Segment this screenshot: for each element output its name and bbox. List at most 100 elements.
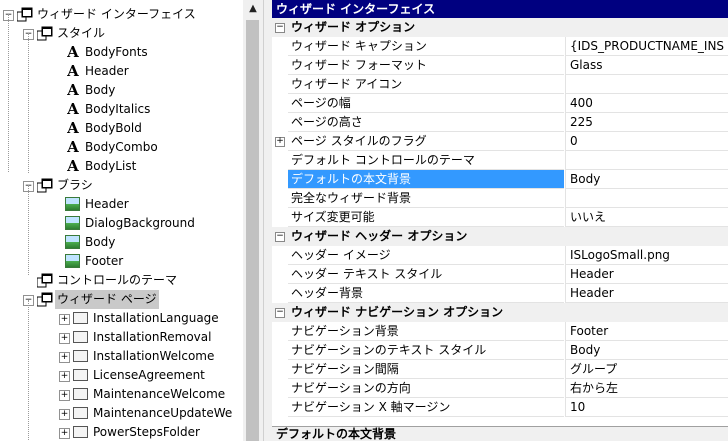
property-value[interactable]: Body (565, 341, 728, 360)
tree-node[interactable]: A Header (0, 62, 243, 81)
expand-plus-icon[interactable]: + (59, 428, 70, 439)
property-description-title: デフォルトの本文背景 (272, 426, 728, 441)
tree-node[interactable]: A BodyItalics (0, 100, 243, 119)
image-icon (65, 235, 80, 249)
folder-icon (36, 26, 53, 41)
property-row[interactable]: ナビゲーションの方向 右から左 (272, 379, 728, 398)
property-row[interactable]: ページの高さ 225 (272, 113, 728, 132)
tree-node[interactable]: A Body (0, 81, 243, 100)
expand-plus-icon[interactable]: + (59, 390, 70, 401)
tree-node[interactable]: A BodyCombo (0, 138, 243, 157)
tree-node[interactable]: − ブラシ (0, 176, 243, 195)
property-row[interactable]: ウィザード キャプション {IDS_PRODUCTNAME_INS (272, 37, 728, 56)
tree-node[interactable]: DialogBackground (0, 214, 243, 233)
tree-node[interactable]: + InstallationLanguage (0, 309, 243, 328)
tree-node[interactable]: Body (0, 233, 243, 252)
image-icon (65, 197, 80, 211)
scroll-up-arrow-icon[interactable]: ▲ (243, 0, 263, 18)
collapse-minus-icon[interactable]: − (275, 23, 285, 33)
property-row[interactable]: ページの幅 400 (272, 94, 728, 113)
property-name: 完全なウィザード背景 (288, 189, 564, 208)
property-category[interactable]: − ウィザード ヘッダー オプション (272, 227, 728, 246)
wizard-tree[interactable]: − ウィザード インターフェイス − スタイル A BodyFonts A Header A Bo… (0, 0, 244, 441)
scrollbar-thumb[interactable] (246, 20, 259, 441)
expand-plus-icon[interactable]: + (59, 314, 70, 325)
tree-node[interactable]: + InstallationRemoval (0, 328, 243, 347)
row-gutter (272, 113, 286, 132)
property-row[interactable]: ナビゲーション間隔 グループ (272, 360, 728, 379)
property-category[interactable]: − ウィザード ナビゲーション オプション (272, 303, 728, 322)
property-value[interactable]: 400 (565, 94, 728, 113)
property-value[interactable]: グループ (565, 360, 728, 379)
folder-icon (36, 273, 53, 288)
tree-node-label: BodyFonts (85, 45, 148, 59)
property-value[interactable]: Footer (565, 322, 728, 341)
property-row[interactable]: サイズ変更可能 いいえ (272, 208, 728, 227)
expand-plus-icon[interactable]: + (59, 409, 70, 420)
property-name: ナビゲーションのテキスト スタイル (288, 341, 564, 360)
property-name: ヘッダー イメージ (288, 246, 564, 265)
property-value[interactable] (565, 75, 728, 94)
property-value[interactable]: 0 (565, 132, 728, 151)
property-value[interactable]: Header (565, 265, 728, 284)
property-value[interactable]: Glass (565, 56, 728, 75)
property-grid-title: ウィザード インターフェイス (272, 0, 728, 18)
property-value[interactable]: Header (565, 284, 728, 303)
property-name: ナビゲーションの方向 (288, 379, 564, 398)
tree-node-label: Header (85, 197, 129, 211)
tree-node[interactable]: Footer (0, 252, 243, 271)
tree-node[interactable]: Header (0, 195, 243, 214)
expand-plus-icon[interactable]: + (59, 371, 70, 382)
page-icon (73, 369, 88, 381)
property-value[interactable] (565, 189, 728, 208)
property-row[interactable]: ヘッダー背景 Header (272, 284, 728, 303)
row-gutter (272, 75, 286, 94)
property-name: サイズ変更可能 (288, 208, 564, 227)
font-icon: A (67, 43, 79, 61)
tree-node[interactable]: + MaintenanceWelcome (0, 385, 243, 404)
property-row[interactable]: ヘッダー イメージ ISLogoSmall.png (272, 246, 728, 265)
property-row[interactable]: + ページ スタイルのフラグ 0 (272, 132, 728, 151)
collapse-minus-icon[interactable]: − (275, 308, 285, 318)
collapse-minus-icon[interactable]: − (275, 232, 285, 242)
tree-node[interactable]: + LicenseAgreement (0, 366, 243, 385)
tree-node-label: InstallationRemoval (93, 330, 212, 344)
property-row[interactable]: ナビゲーションのテキスト スタイル Body (272, 341, 728, 360)
tree-node[interactable]: コントロールのテーマ (0, 271, 243, 290)
tree-node-label: Footer (85, 254, 124, 268)
property-row[interactable]: ウィザード アイコン (272, 75, 728, 94)
property-row[interactable]: デフォルトの本文背景 Body (272, 170, 728, 189)
tree-node[interactable]: − スタイル (0, 24, 243, 43)
property-category[interactable]: − ウィザード オプション (272, 18, 728, 37)
property-value[interactable]: ISLogoSmall.png (565, 246, 728, 265)
row-gutter (272, 56, 286, 75)
property-row[interactable]: デフォルト コントロールのテーマ (272, 151, 728, 170)
tree-node[interactable]: − ウィザード インターフェイス (0, 5, 243, 24)
property-row[interactable]: 完全なウィザード背景 (272, 189, 728, 208)
property-row[interactable]: ウィザード フォーマット Glass (272, 56, 728, 75)
tree-node[interactable]: A BodyFonts (0, 43, 243, 62)
property-value[interactable]: {IDS_PRODUCTNAME_INS (565, 37, 728, 56)
tree-node[interactable]: − ウィザード ページ (0, 290, 243, 309)
tree-node[interactable]: A BodyList (0, 157, 243, 176)
tree-node-label: ウィザード ページ (55, 290, 159, 309)
property-row[interactable]: ヘッダー テキスト スタイル Header (272, 265, 728, 284)
image-icon (65, 216, 80, 230)
property-row[interactable]: ナビゲーション X 軸マージン 10 (272, 398, 728, 417)
folder-icon (36, 178, 53, 193)
tree-node[interactable]: A BodyBold (0, 119, 243, 138)
property-value[interactable]: 225 (565, 113, 728, 132)
tree-scrollbar[interactable]: ▲ (243, 0, 264, 441)
property-value[interactable]: 右から左 (565, 379, 728, 398)
property-value[interactable]: いいえ (565, 208, 728, 227)
property-row[interactable]: ナビゲーション背景 Footer (272, 322, 728, 341)
property-value[interactable] (565, 151, 728, 170)
expand-plus-icon[interactable]: + (59, 352, 70, 363)
expand-plus-icon[interactable]: + (59, 333, 70, 344)
tree-node[interactable]: + InstallationWelcome (0, 347, 243, 366)
tree-node[interactable]: + MaintenanceUpdateWe (0, 404, 243, 423)
tree-node[interactable]: + PowerStepsFolder (0, 423, 243, 441)
property-value[interactable]: Body (565, 170, 728, 189)
expand-plus-icon[interactable]: + (275, 137, 285, 147)
property-value[interactable]: 10 (565, 398, 728, 417)
